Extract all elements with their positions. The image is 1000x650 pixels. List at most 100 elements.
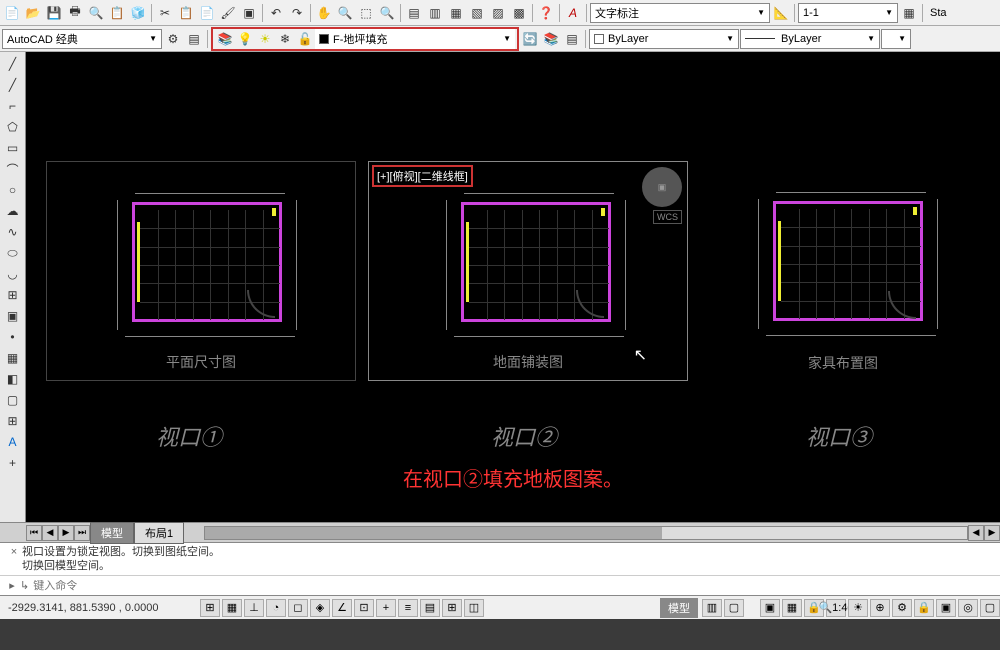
qp-button[interactable]: ⊞ <box>442 599 462 617</box>
calc-button[interactable]: ▩ <box>509 3 529 23</box>
layer-on-icon[interactable]: 💡 <box>235 29 255 49</box>
workspace-dropdown[interactable]: AutoCAD 经典 ▼ <box>2 29 162 49</box>
annoautoscale-button[interactable]: ⊕ <box>870 599 890 617</box>
zoom-prev-button[interactable]: 🔍 <box>377 3 397 23</box>
zoom-button[interactable]: 🔍 <box>335 3 355 23</box>
layer-freeze-icon[interactable]: ☀ <box>255 29 275 49</box>
arc-button[interactable]: ⌒ <box>2 159 24 179</box>
revcloud-button[interactable]: ☁ <box>2 201 24 221</box>
undo-button[interactable]: ↶ <box>266 3 286 23</box>
dyn-button[interactable]: + <box>376 599 396 617</box>
status-model-tab[interactable]: 模型 <box>660 598 698 618</box>
markup-button[interactable]: ▨ <box>488 3 508 23</box>
redo-button[interactable]: ↷ <box>287 3 307 23</box>
polygon-button[interactable]: ⬠ <box>2 117 24 137</box>
linetype-dropdown[interactable]: ByLayer ▼ <box>740 29 880 49</box>
polyline-button[interactable]: ⌐ <box>2 96 24 116</box>
text-style-icon[interactable]: A <box>563 3 583 23</box>
plot-preview-button[interactable]: 🔍 <box>86 3 106 23</box>
layer-state-button[interactable]: 📚 <box>541 29 561 49</box>
gradient-button[interactable]: ◧ <box>2 369 24 389</box>
lwt-button[interactable]: ≡ <box>398 599 418 617</box>
toolbar-lock-button[interactable]: 🔒 <box>914 599 934 617</box>
workspace-save-button[interactable]: ▤ <box>184 29 204 49</box>
workspace-switch-button[interactable]: ⚙ <box>892 599 912 617</box>
osnap-button[interactable]: ◻ <box>288 599 308 617</box>
3dprint-button[interactable]: 🧊 <box>128 3 148 23</box>
xline-button[interactable]: ╱ <box>2 75 24 95</box>
spline-button[interactable]: ∿ <box>2 222 24 242</box>
layer-iso-button[interactable]: ▤ <box>562 29 582 49</box>
cut-button[interactable]: ✂ <box>155 3 175 23</box>
viewport-2[interactable]: [+][俯视][二维线框] ▣ WCS ↖ 地面铺装图 <box>368 161 688 381</box>
design-center-button[interactable]: ▥ <box>425 3 445 23</box>
cmd-expand-icon[interactable]: ▸ <box>4 579 20 592</box>
layer-prev-button[interactable]: 🔄 <box>520 29 540 49</box>
otrack-button[interactable]: ∠ <box>332 599 352 617</box>
scale-dropdown[interactable]: 1-1 ▼ <box>798 3 898 23</box>
drawing-canvas[interactable]: 平面尺寸图 视口① [+][俯视][二维线框] ▣ WCS ↖ 地面铺装图 视口… <box>26 52 1000 522</box>
grid-button[interactable]: ▦ <box>222 599 242 617</box>
viewport-1[interactable]: 平面尺寸图 <box>46 161 356 381</box>
copy-button[interactable]: 📋 <box>176 3 196 23</box>
region-button[interactable]: ▢ <box>2 390 24 410</box>
hardware-accel-button[interactable]: ▣ <box>936 599 956 617</box>
cmd-close-icon[interactable]: × <box>6 545 22 559</box>
tool-palette-button[interactable]: ▦ <box>446 3 466 23</box>
sheet-set-button[interactable]: ▧ <box>467 3 487 23</box>
addselected-button[interactable]: + <box>2 453 24 473</box>
paste-button[interactable]: 📄 <box>197 3 217 23</box>
isolate-button[interactable]: ◎ <box>958 599 978 617</box>
point-button[interactable]: • <box>2 327 24 347</box>
properties-button[interactable]: ▤ <box>404 3 424 23</box>
viewport-3[interactable]: 家具布置图 <box>698 161 988 381</box>
ducs-button[interactable]: ⊡ <box>354 599 374 617</box>
tab-layout1[interactable]: 布局1 <box>134 522 184 544</box>
lineweight-dropdown[interactable]: ▼ <box>881 29 911 49</box>
publish-button[interactable]: 📋 <box>107 3 127 23</box>
annovisibility-button[interactable]: ☀ <box>848 599 868 617</box>
layer-lock-icon[interactable]: 🔓 <box>295 29 315 49</box>
print-button[interactable]: 🖶 <box>65 3 85 23</box>
clean-screen-button[interactable]: ▢ <box>980 599 1000 617</box>
text-style-dropdown[interactable]: 文字标注 ▼ <box>590 3 770 23</box>
layout-quick-button[interactable]: ▥ <box>702 599 722 617</box>
layout-max-button[interactable]: ▢ <box>724 599 744 617</box>
match-button[interactable]: 🖌 <box>218 3 238 23</box>
quickview-button[interactable]: ▣ <box>760 599 780 617</box>
open-button[interactable]: 📂 <box>23 3 43 23</box>
hatch-button[interactable]: ▦ <box>2 348 24 368</box>
viewcube[interactable]: ▣ <box>642 167 682 207</box>
scroll-right-button[interactable]: ▶ <box>984 525 1000 541</box>
horizontal-scrollbar[interactable] <box>204 526 968 540</box>
tab-first-button[interactable]: ⏮ <box>26 525 42 541</box>
tab-prev-button[interactable]: ◀ <box>42 525 58 541</box>
polar-button[interactable]: ◔ <box>266 599 286 617</box>
ortho-button[interactable]: ⊥ <box>244 599 264 617</box>
line-button[interactable]: ╱ <box>2 54 24 74</box>
tab-last-button[interactable]: ⏭ <box>74 525 90 541</box>
table-button[interactable]: ⊞ <box>2 411 24 431</box>
pan-button[interactable]: ✋ <box>314 3 334 23</box>
layer-dropdown[interactable]: F-地坪填充 ▼ <box>315 29 515 49</box>
3dosnap-button[interactable]: ◈ <box>310 599 330 617</box>
dim-style-button[interactable]: 📐 <box>771 3 791 23</box>
ellipse-arc-button[interactable]: ◡ <box>2 264 24 284</box>
help-button[interactable]: ❓ <box>536 3 556 23</box>
table-style-button[interactable]: ▦ <box>899 3 919 23</box>
command-input[interactable] <box>33 580 996 592</box>
tab-next-button[interactable]: ▶ <box>58 525 74 541</box>
tpy-button[interactable]: ▤ <box>420 599 440 617</box>
rectangle-button[interactable]: ▭ <box>2 138 24 158</box>
block-button[interactable]: ▣ <box>2 306 24 326</box>
color-dropdown[interactable]: ByLayer ▼ <box>589 29 739 49</box>
new-button[interactable]: 📄 <box>2 3 22 23</box>
layer-vp-freeze-icon[interactable]: ❄ <box>275 29 295 49</box>
layer-manager-button[interactable]: 📚 <box>215 29 235 49</box>
sc-button[interactable]: ◫ <box>464 599 484 617</box>
tab-model[interactable]: 模型 <box>90 522 134 544</box>
insert-button[interactable]: ⊞ <box>2 285 24 305</box>
save-button[interactable]: 💾 <box>44 3 64 23</box>
zoom-window-button[interactable]: ⬚ <box>356 3 376 23</box>
circle-button[interactable]: ○ <box>2 180 24 200</box>
